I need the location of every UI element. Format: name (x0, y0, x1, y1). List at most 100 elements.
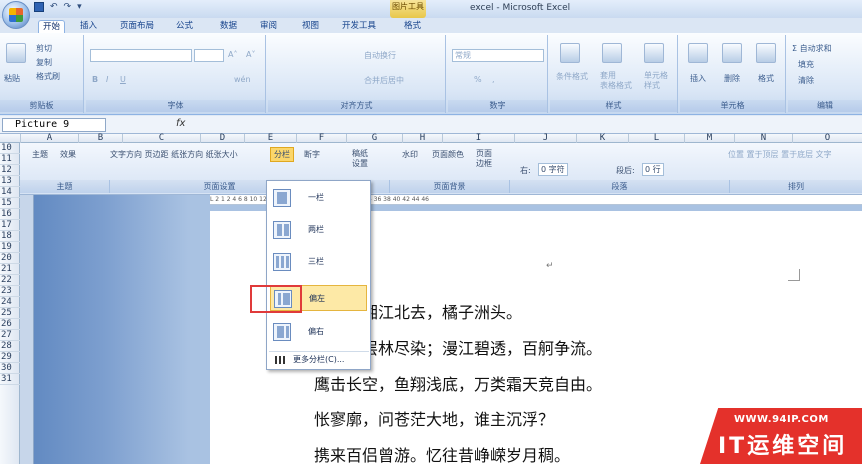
row-header[interactable]: 15 (0, 198, 20, 209)
tab-format[interactable]: 格式 (400, 20, 425, 33)
merge-center-button[interactable]: 合并后居中 (364, 75, 404, 86)
columns-menu-item-two[interactable]: 两栏 (270, 217, 367, 243)
italic-button[interactable]: I (106, 75, 108, 84)
row-header[interactable]: 19 (0, 242, 20, 253)
fx-icon[interactable]: fx (176, 118, 185, 129)
row-header[interactable]: 17 (0, 220, 20, 231)
tab-formulas[interactable]: 公式 (172, 20, 197, 33)
qat-customize-icon[interactable]: ▾ (77, 2, 82, 12)
column-header[interactable]: H (402, 134, 442, 143)
columns-menu-item-three[interactable]: 三栏 (270, 249, 367, 275)
column-header[interactable]: A (20, 134, 78, 143)
word-breaks-button: 断字 (304, 150, 320, 159)
tab-review[interactable]: 审阅 (256, 20, 281, 33)
column-header[interactable]: E (244, 134, 296, 143)
table-format-icon[interactable] (602, 43, 622, 63)
format-cells-button[interactable]: 格式 (758, 73, 774, 84)
copy-button[interactable]: 复制 (36, 57, 52, 68)
row-header[interactable]: 23 (0, 286, 20, 297)
cell-styles-icon[interactable] (644, 43, 664, 63)
font-size-select[interactable] (194, 49, 224, 62)
column-header[interactable]: O (792, 134, 862, 143)
row-header[interactable]: 27 (0, 330, 20, 341)
embedded-word-ribbon[interactable]: 主题 效果 文字方向 页边距 纸张方向 纸张大小 分栏 断字 稿纸 设置 水印 … (20, 143, 862, 195)
column-header[interactable]: J (514, 134, 576, 143)
office-button[interactable] (2, 1, 30, 29)
redo-icon[interactable]: ↷ (64, 2, 72, 12)
tab-home[interactable]: 开始 (38, 20, 66, 33)
cut-button[interactable]: 剪切 (36, 43, 52, 54)
conditional-format-icon[interactable] (560, 43, 580, 63)
tab-insert[interactable]: 插入 (76, 20, 101, 33)
row-header[interactable]: 21 (0, 264, 20, 275)
tab-page-layout[interactable]: 页面布局 (116, 20, 158, 33)
format-cells-icon[interactable] (756, 43, 776, 63)
paste-icon[interactable] (6, 43, 26, 63)
column-header[interactable]: D (200, 134, 244, 143)
column-header[interactable]: L (628, 134, 684, 143)
column-header[interactable]: G (346, 134, 402, 143)
row-header[interactable]: 22 (0, 275, 20, 286)
conditional-format-button[interactable]: 条件格式 (556, 71, 588, 82)
row-header[interactable]: 10 (0, 143, 20, 154)
column-header[interactable]: C (122, 134, 200, 143)
undo-icon[interactable]: ↶ (50, 2, 58, 12)
group-label-alignment: 对齐方式 (268, 100, 445, 112)
row-header[interactable]: 26 (0, 319, 20, 330)
row-header[interactable]: 20 (0, 253, 20, 264)
insert-cells-icon[interactable] (688, 43, 708, 63)
shrink-font-button[interactable]: A˅ (246, 50, 255, 59)
word-draft-paper-button: 稿纸 设置 (352, 149, 368, 168)
grow-font-button[interactable]: A˄ (228, 50, 237, 59)
fill-button[interactable]: 填充 (798, 59, 814, 70)
cell-styles-button[interactable]: 单元格 样式 (644, 71, 668, 91)
table-format-button[interactable]: 套用 表格格式 (600, 71, 632, 91)
column-header[interactable]: F (296, 134, 346, 143)
format-painter-button[interactable]: 格式刷 (36, 71, 60, 82)
word-group-label-arrange: 排列 (730, 180, 862, 193)
row-header[interactable]: 12 (0, 165, 20, 176)
font-name-select[interactable] (90, 49, 192, 62)
columns-menu-item-right[interactable]: 偏右 (270, 319, 367, 345)
number-format-select[interactable]: 常规 (452, 49, 544, 62)
paste-button[interactable]: 粘贴 (4, 73, 20, 84)
underline-button[interactable]: U (120, 75, 126, 84)
phonetic-button[interactable]: wén (234, 75, 251, 84)
columns-menu-item-one[interactable]: 一栏 (270, 185, 367, 211)
wrap-text-button[interactable]: 自动换行 (364, 50, 396, 61)
row-header[interactable]: 13 (0, 176, 20, 187)
more-columns-button[interactable]: 更多分栏(C)... (269, 351, 369, 367)
row-header[interactable]: 11 (0, 154, 20, 165)
column-header[interactable]: K (576, 134, 628, 143)
row-header[interactable]: 25 (0, 308, 20, 319)
insert-cells-button[interactable]: 插入 (690, 73, 706, 84)
column-header[interactable]: I (442, 134, 514, 143)
row-header[interactable]: 28 (0, 341, 20, 352)
delete-cells-button[interactable]: 删除 (724, 73, 740, 84)
row-header[interactable]: 14 (0, 187, 20, 198)
row-header[interactable]: 30 (0, 363, 20, 374)
autosum-button[interactable]: Σ 自动求和 (792, 43, 832, 54)
tab-developer[interactable]: 开发工具 (338, 20, 380, 33)
group-number: 常规 % , 数字 (448, 35, 548, 113)
row-header[interactable]: 18 (0, 231, 20, 242)
row-header[interactable]: 24 (0, 297, 20, 308)
bold-button[interactable]: B (92, 75, 98, 84)
column-header[interactable]: N (734, 134, 792, 143)
save-icon[interactable] (34, 2, 44, 12)
percent-button[interactable]: % (474, 75, 482, 84)
row-header[interactable]: 16 (0, 209, 20, 220)
column-headers: A B C D E F G H I J K L M N O (0, 134, 862, 143)
clear-button[interactable]: 清除 (798, 75, 814, 86)
row-header[interactable]: 31 (0, 374, 20, 385)
comma-button[interactable]: , (492, 75, 495, 84)
word-spacing-after-label: 段后: (616, 166, 635, 175)
column-header[interactable]: B (78, 134, 122, 143)
word-theme-button: 主题 (32, 150, 48, 159)
row-header[interactable]: 29 (0, 352, 20, 363)
tab-data[interactable]: 数据 (216, 20, 241, 33)
name-box[interactable]: Picture 9 (2, 118, 106, 132)
column-header[interactable]: M (684, 134, 734, 143)
delete-cells-icon[interactable] (722, 43, 742, 63)
tab-view[interactable]: 视图 (298, 20, 323, 33)
